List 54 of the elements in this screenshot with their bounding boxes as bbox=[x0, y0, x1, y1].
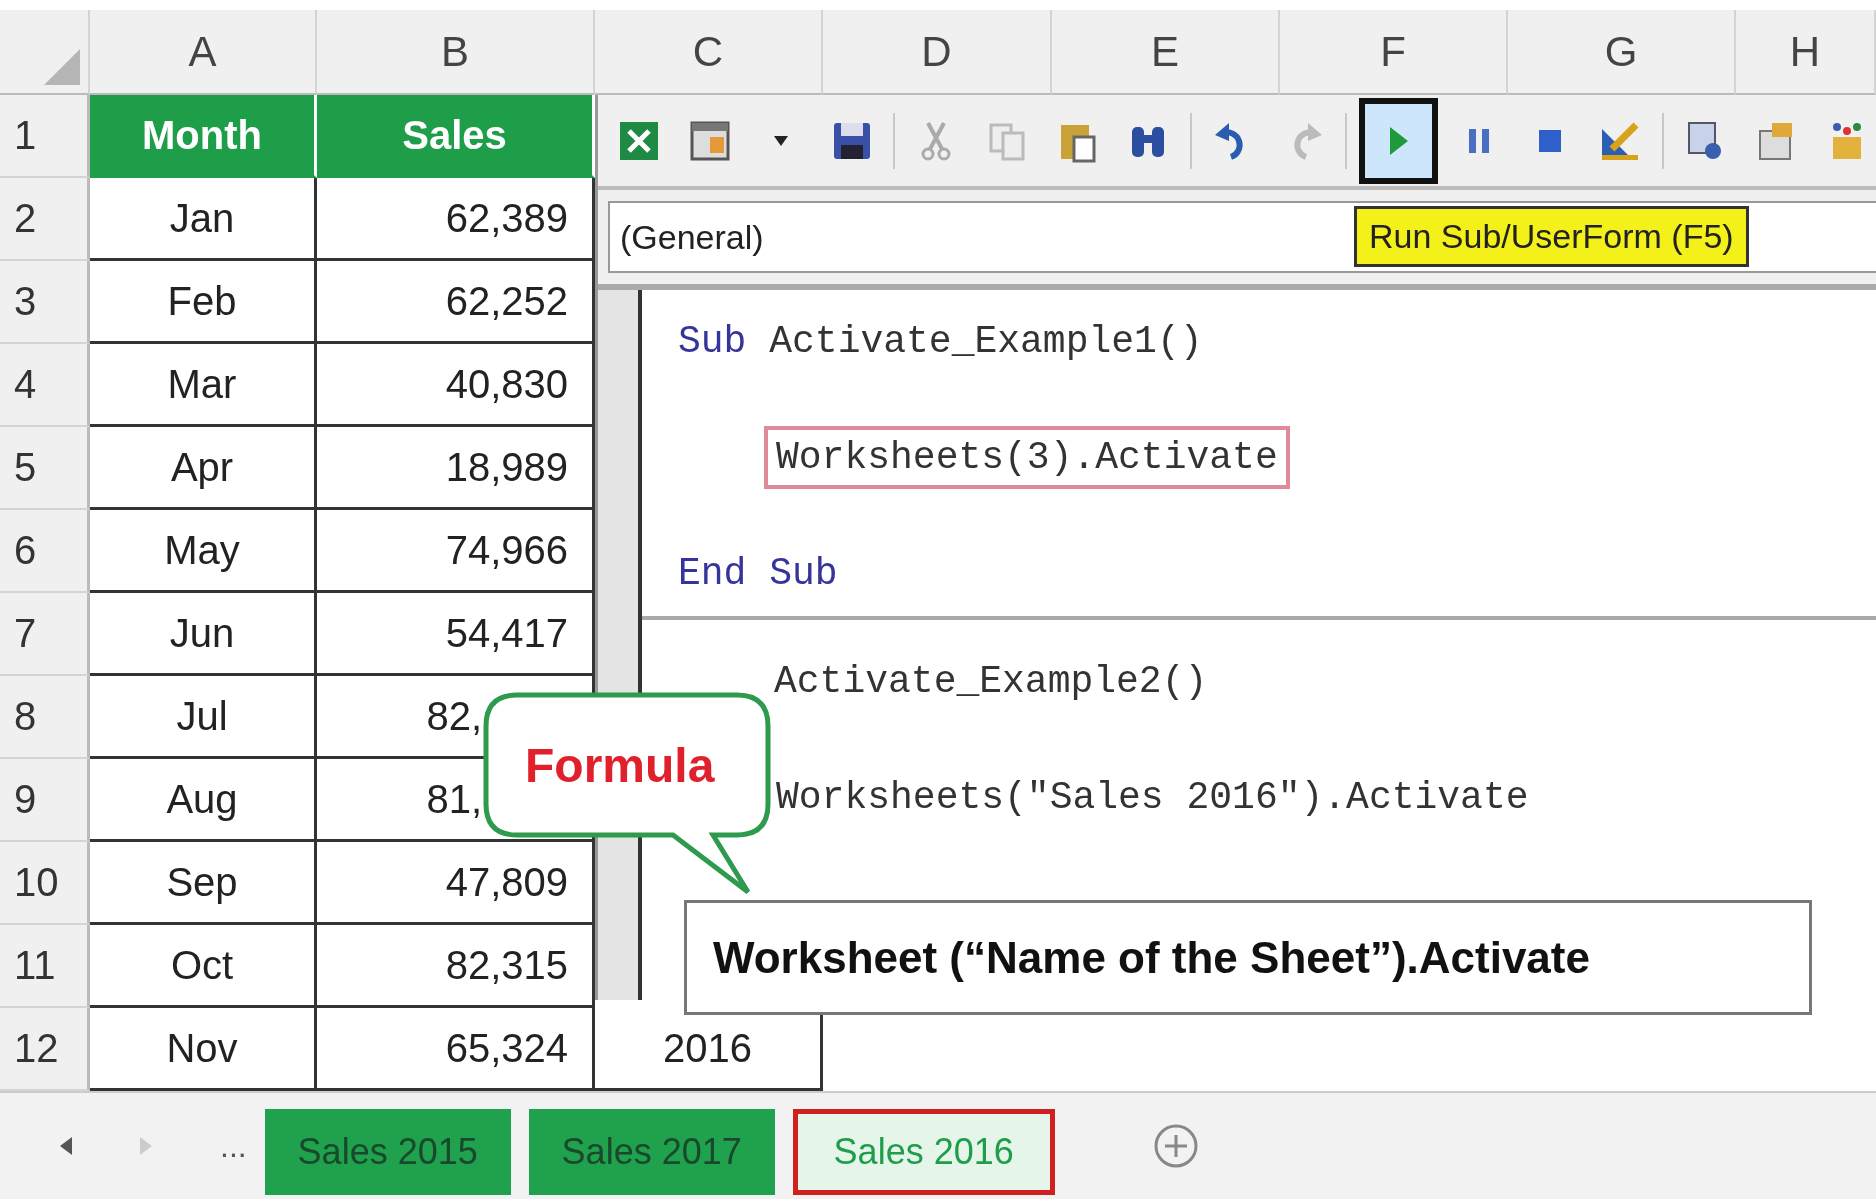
row-header[interactable]: 4 bbox=[0, 344, 90, 427]
header-cell: Sales bbox=[317, 95, 595, 178]
header-cell: Month bbox=[90, 95, 317, 178]
table-cell: Jan bbox=[90, 178, 317, 261]
code-line: Activate_Example2() bbox=[774, 659, 1208, 703]
row-header[interactable]: 9 bbox=[0, 759, 90, 842]
toolbar-button[interactable] bbox=[1359, 97, 1438, 184]
caret-icon bbox=[773, 135, 788, 146]
table-cell: 74,966 bbox=[317, 510, 595, 593]
code-line: End Sub bbox=[678, 551, 838, 595]
table-cell: Aug bbox=[90, 759, 317, 842]
row-header[interactable]: 12 bbox=[0, 1008, 90, 1091]
table-cell: 62,389 bbox=[317, 178, 595, 261]
tooltip: Run Sub/UserForm (F5) bbox=[1354, 206, 1749, 267]
table-cell: 82,315 bbox=[317, 925, 595, 1008]
table-cell: Apr bbox=[90, 427, 317, 510]
table-cell: 18,989 bbox=[317, 427, 595, 510]
column-header[interactable]: A bbox=[90, 10, 317, 95]
table-cell: 65,324 bbox=[317, 1008, 595, 1091]
row-header[interactable]: 5 bbox=[0, 427, 90, 510]
table-cell: Oct bbox=[90, 925, 317, 1008]
triangle-icon bbox=[44, 49, 80, 85]
syntax-caption: Worksheet (“Name of the Sheet”).Activate bbox=[684, 900, 1812, 1015]
row-header[interactable]: 7 bbox=[0, 593, 90, 676]
row-header[interactable]: 11 bbox=[0, 925, 90, 1008]
table-cell: 47,809 bbox=[317, 842, 595, 925]
more-tabs[interactable]: ... bbox=[220, 1126, 247, 1166]
table-cell: Nov bbox=[90, 1008, 317, 1091]
row-header[interactable]: 8 bbox=[0, 676, 90, 759]
column-header[interactable]: C bbox=[595, 10, 823, 95]
table-cell: Sep bbox=[90, 842, 317, 925]
left-arrow-icon[interactable] bbox=[60, 1137, 72, 1155]
row-header[interactable]: 2 bbox=[0, 178, 90, 261]
row-header[interactable]: 10 bbox=[0, 842, 90, 925]
row-header[interactable]: 3 bbox=[0, 261, 90, 344]
add-sheet-icon[interactable] bbox=[1152, 1123, 1199, 1169]
table-cell: Jun bbox=[90, 593, 317, 676]
column-header[interactable]: B bbox=[317, 10, 595, 95]
table-cell: Jul bbox=[90, 676, 317, 759]
table-cell: May bbox=[90, 510, 317, 593]
code-line: Worksheets("Sales 2016").Activate bbox=[775, 774, 1530, 821]
column-header[interactable]: E bbox=[1052, 10, 1280, 95]
column-header[interactable]: G bbox=[1508, 10, 1736, 95]
row-header[interactable]: 6 bbox=[0, 510, 90, 593]
column-header[interactable]: F bbox=[1280, 10, 1508, 95]
row-header[interactable]: 1 bbox=[0, 95, 90, 178]
table-cell: 54,417 bbox=[317, 593, 595, 676]
column-header[interactable]: H bbox=[1736, 10, 1876, 95]
table-cell: 62,252 bbox=[317, 261, 595, 344]
table-cell: Feb bbox=[90, 261, 317, 344]
code-line: Sub Activate_Example1() bbox=[678, 319, 1203, 363]
table-cell: 40,830 bbox=[317, 344, 595, 427]
column-header[interactable]: D bbox=[823, 10, 1052, 95]
table-cell: Mar bbox=[90, 344, 317, 427]
